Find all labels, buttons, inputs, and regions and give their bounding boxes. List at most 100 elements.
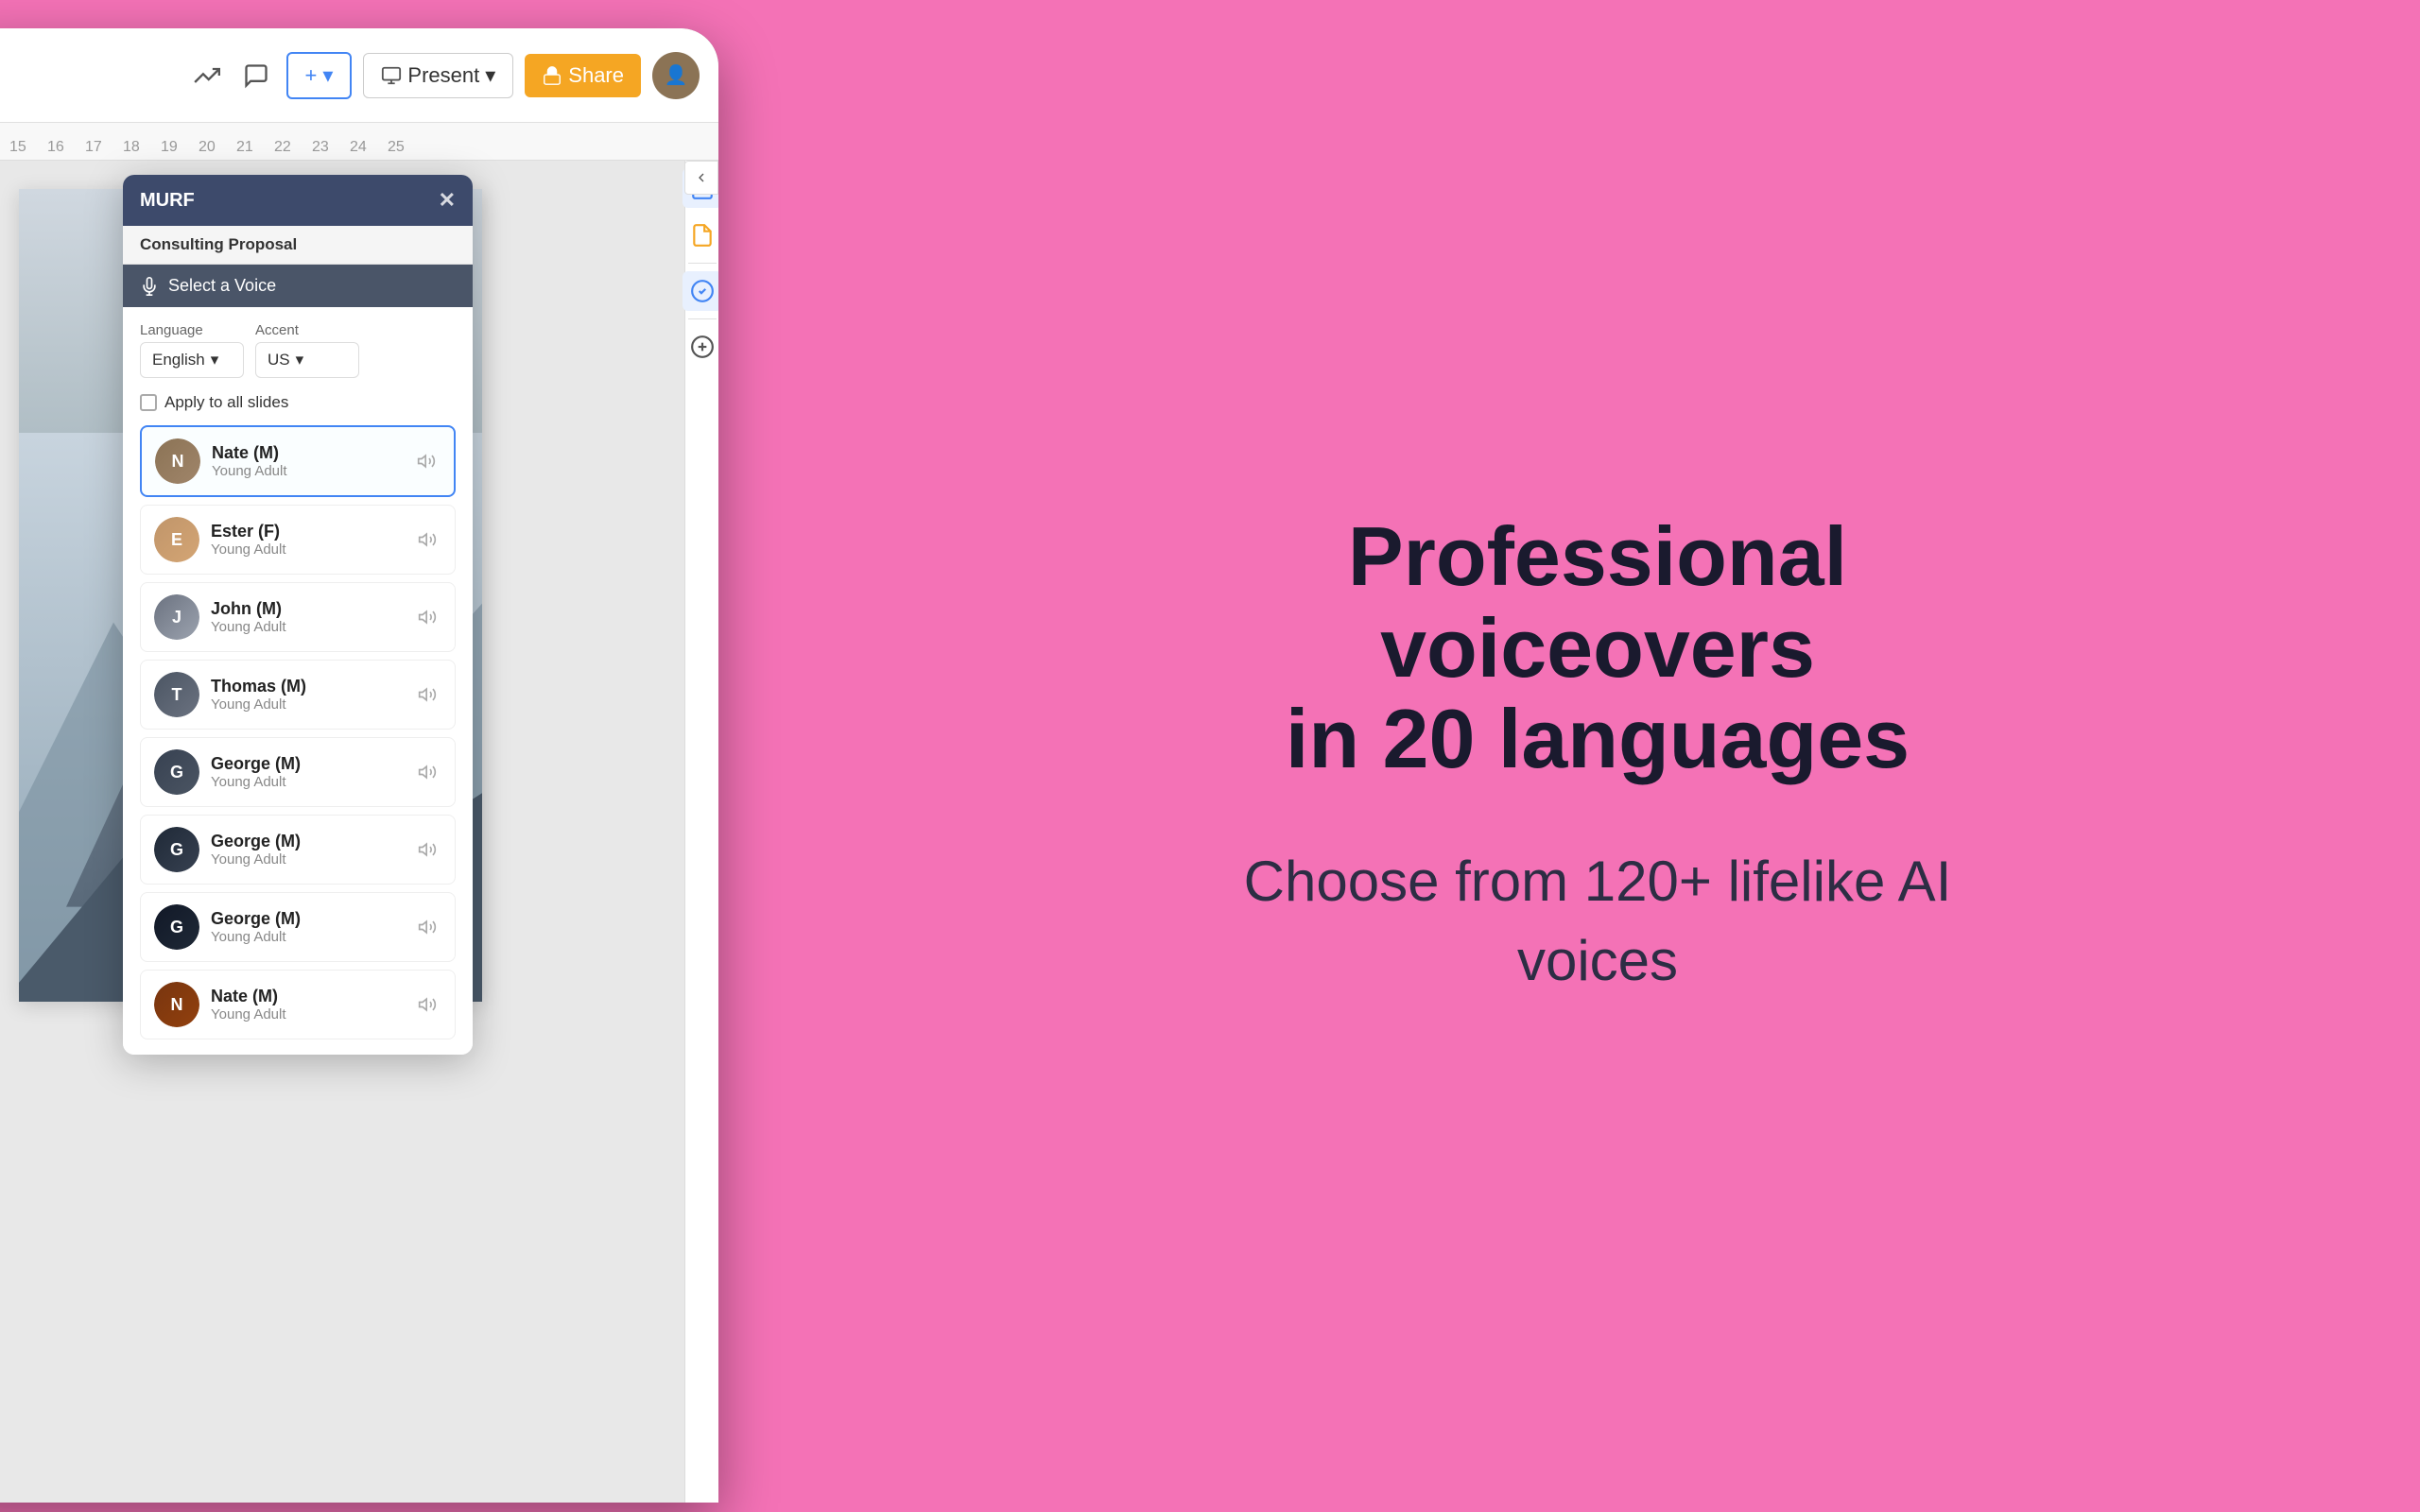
sidebar-divider-2 (688, 318, 717, 319)
add-icon: + (305, 63, 318, 88)
voice-item[interactable]: E Ester (F) Young Adult (140, 505, 456, 575)
voice-avatar: E (154, 517, 199, 562)
voice-name: Ester (F) (211, 522, 402, 541)
voice-item[interactable]: G George (M) Young Adult (140, 815, 456, 885)
present-label: Present (407, 63, 479, 88)
voice-play-icon[interactable] (413, 603, 441, 631)
voice-avatar: T (154, 672, 199, 717)
marketing-headline: Professional voiceovers in 20 languages (1172, 511, 2023, 785)
voice-avatar: N (155, 438, 200, 484)
voice-info: Nate (M) Young Adult (211, 987, 402, 1022)
voice-name: Nate (M) (211, 987, 402, 1006)
voice-play-icon[interactable] (413, 680, 441, 709)
voice-play-icon[interactable] (412, 447, 441, 475)
tablet-screen: + ▾ Present ▾ Share 👤 (0, 28, 718, 1503)
sidebar-add-icon[interactable] (683, 327, 719, 367)
sidebar-check-icon[interactable] (683, 271, 719, 311)
voice-info: George (M) Young Adult (211, 832, 402, 868)
headline-line2: in 20 languages (1286, 692, 1910, 785)
headline-line1: Professional voiceovers (1348, 509, 1847, 695)
chevron-down-icon: ▾ (322, 63, 333, 88)
accent-label: Accent (255, 322, 359, 338)
apply-all-label: Apply to all slides (164, 393, 288, 412)
voice-type: Young Adult (211, 929, 402, 945)
voice-info: George (M) Young Adult (211, 754, 402, 790)
voice-avatar: N (154, 982, 199, 1027)
proposal-title-bar: Consulting Proposal (123, 226, 473, 265)
language-label: Language (140, 322, 244, 338)
murf-modal: MURF ✕ Consulting Proposal Select a Voic… (123, 175, 473, 1055)
voice-item[interactable]: G George (M) Young Adult (140, 737, 456, 807)
voice-type: Young Adult (211, 774, 402, 790)
voice-name: Nate (M) (212, 443, 401, 463)
sidebar-divider (688, 263, 717, 264)
voice-info: Ester (F) Young Adult (211, 522, 402, 558)
accent-filter-group: Accent US ▾ (255, 322, 359, 378)
voice-info: George (M) Young Adult (211, 909, 402, 945)
proposal-title: Consulting Proposal (140, 235, 297, 253)
modal-subheader: Select a Voice (123, 265, 473, 307)
voice-name: John (M) (211, 599, 402, 619)
collapse-button[interactable] (684, 161, 718, 195)
voice-avatar: J (154, 594, 199, 640)
voice-item[interactable]: N Nate (M) Young Adult (140, 970, 456, 1040)
modal-close-button[interactable]: ✕ (439, 188, 456, 213)
tablet-frame: + ▾ Present ▾ Share 👤 (0, 28, 718, 1503)
voice-info: Thomas (M) Young Adult (211, 677, 402, 713)
modal-title: MURF (140, 190, 195, 212)
tablet-mockup: + ▾ Present ▾ Share 👤 (0, 0, 775, 1512)
voice-type: Young Adult (212, 463, 401, 479)
voice-name: Thomas (M) (211, 677, 402, 696)
voice-type: Young Adult (211, 851, 402, 868)
voice-play-icon[interactable] (413, 990, 441, 1019)
accent-value: US (268, 351, 290, 369)
voice-type: Young Adult (211, 1006, 402, 1022)
voice-info: John (M) Young Adult (211, 599, 402, 635)
voice-type: Young Adult (211, 619, 402, 635)
filter-row: Language English ▾ Accent US ▾ (140, 322, 456, 378)
voice-item[interactable]: J John (M) Young Adult (140, 582, 456, 652)
language-chevron-icon: ▾ (211, 351, 219, 369)
modal-header: MURF ✕ (123, 175, 473, 226)
trending-icon[interactable] (188, 57, 226, 94)
voice-avatar: G (154, 827, 199, 872)
share-button[interactable]: Share (525, 54, 641, 97)
voice-item[interactable]: T Thomas (M) Young Adult (140, 660, 456, 730)
marketing-subtitle: Choose from 120+ lifelike AI voices (1219, 842, 1976, 1001)
modal-body: Language English ▾ Accent US ▾ (123, 307, 473, 1055)
present-button[interactable]: Present ▾ (363, 53, 513, 98)
apply-all-row: Apply to all slides (140, 393, 456, 412)
voice-play-icon[interactable] (413, 758, 441, 786)
select-voice-label: Select a Voice (168, 276, 276, 296)
ruler: 15 16 17 18 19 20 21 22 23 24 25 (0, 123, 718, 161)
voice-item[interactable]: N Nate (M) Young Adult (140, 425, 456, 497)
voice-type: Young Adult (211, 541, 402, 558)
voice-play-icon[interactable] (413, 525, 441, 554)
user-avatar[interactable]: 👤 (652, 52, 700, 99)
app-topbar: + ▾ Present ▾ Share 👤 (0, 28, 718, 123)
voice-info: Nate (M) Young Adult (212, 443, 401, 479)
present-chevron-icon: ▾ (485, 63, 495, 88)
language-filter-group: Language English ▾ (140, 322, 244, 378)
voice-name: George (M) (211, 909, 402, 929)
language-select[interactable]: English ▾ (140, 342, 244, 378)
voice-play-icon[interactable] (413, 913, 441, 941)
voice-list: N Nate (M) Young Adult E Ester (F) Young… (140, 425, 456, 1040)
voice-name: George (M) (211, 832, 402, 851)
add-button[interactable]: + ▾ (286, 52, 353, 99)
voice-avatar: G (154, 749, 199, 795)
language-value: English (152, 351, 205, 369)
sidebar-note-icon[interactable] (683, 215, 719, 255)
voice-type: Young Adult (211, 696, 402, 713)
voice-item[interactable]: G George (M) Young Adult (140, 892, 456, 962)
apply-all-checkbox[interactable] (140, 394, 157, 411)
comment-icon[interactable] (237, 57, 275, 94)
voice-avatar: G (154, 904, 199, 950)
accent-select[interactable]: US ▾ (255, 342, 359, 378)
voice-name: George (M) (211, 754, 402, 774)
accent-chevron-icon: ▾ (296, 351, 304, 369)
voice-play-icon[interactable] (413, 835, 441, 864)
share-label: Share (568, 63, 624, 88)
right-sidebar (684, 161, 718, 1503)
marketing-section: Professional voiceovers in 20 languages … (775, 0, 2420, 1512)
